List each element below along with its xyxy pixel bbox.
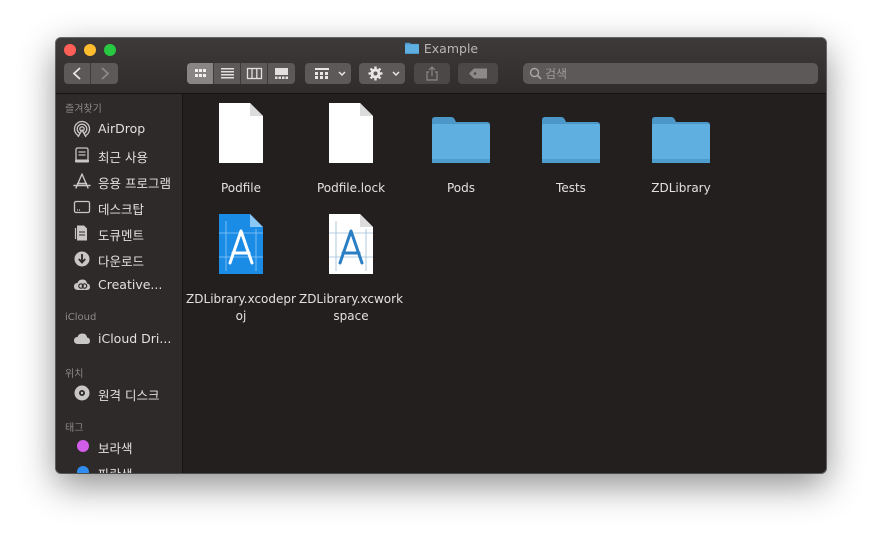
- desktop-icon: [73, 200, 91, 214]
- sidebar-item-label: 최근 사용: [98, 150, 148, 165]
- sidebar-item-icloud-drive[interactable]: iCloud Dri...: [56, 328, 182, 350]
- column-view-button[interactable]: [241, 63, 268, 84]
- tags-header: 태그: [65, 423, 84, 434]
- file-item[interactable]: Tests: [516, 102, 626, 212]
- file-name: ZDLibrary.xcworkspace: [298, 292, 404, 323]
- sidebar-item-airdrop[interactable]: AirDrop: [56, 118, 182, 140]
- document-icon: [211, 102, 271, 164]
- folder-icon: [651, 114, 711, 164]
- downloads-icon: [74, 251, 90, 267]
- sidebar-item-recents[interactable]: 최근 사용: [56, 144, 182, 166]
- xcworkspace-icon: [321, 213, 381, 275]
- tag-icon: [469, 68, 487, 79]
- sidebar-item-label: 파란색: [98, 464, 133, 473]
- folder-icon: [541, 114, 601, 164]
- file-name: Pods: [446, 181, 476, 195]
- tag-color-dot: [77, 440, 89, 452]
- file-item[interactable]: ZDLibrary: [626, 102, 736, 212]
- sidebar-item-label: AirDrop: [98, 121, 146, 136]
- sidebar-item-label: iCloud Dri...: [98, 331, 172, 346]
- chevron-down-icon: [338, 71, 346, 77]
- file-item[interactable]: Podfile: [186, 102, 296, 212]
- icon-view-button[interactable]: [187, 63, 214, 84]
- applications-icon: [73, 173, 91, 189]
- cloud-icon: [74, 333, 90, 344]
- chevron-down-icon: [392, 71, 400, 77]
- share-icon: [426, 66, 438, 81]
- folder-icon: [431, 114, 491, 164]
- sidebar-item-desktop[interactable]: 데스크탑: [56, 196, 182, 218]
- list-view-button[interactable]: [214, 63, 241, 84]
- chevron-left-icon: [72, 67, 81, 80]
- document-icon: [321, 102, 381, 164]
- xcodeproj-icon: [211, 213, 271, 275]
- gear-icon: [368, 66, 383, 81]
- file-name: Podfile.lock: [316, 181, 386, 195]
- group-by-dropdown[interactable]: [305, 63, 351, 84]
- file-name: Tests: [556, 181, 586, 195]
- back-forward-group: [64, 63, 118, 84]
- sidebar-item-label: Creative...: [98, 277, 163, 292]
- window-title-text: Example: [423, 41, 479, 56]
- tag-color-dot: [77, 466, 89, 473]
- sidebar-item-label: 다운로드: [98, 254, 145, 269]
- list-view-icon: [221, 68, 234, 79]
- sidebar-item-label: 도큐멘트: [98, 228, 145, 243]
- file-name: ZDLibrary: [651, 181, 711, 195]
- chevron-right-icon: [101, 67, 110, 80]
- search-field[interactable]: [523, 63, 818, 84]
- search-icon: [529, 67, 542, 80]
- sidebar-item-label: 보라색: [98, 441, 133, 456]
- share-button[interactable]: [414, 63, 450, 84]
- window-title: Example: [56, 41, 826, 56]
- sidebar-item-label: 응용 프로그램: [98, 176, 171, 191]
- action-dropdown[interactable]: [359, 63, 405, 84]
- recents-icon: [75, 147, 89, 163]
- forward-button[interactable]: [91, 63, 118, 84]
- group-grid-icon: [315, 68, 329, 79]
- sidebar: 즐겨찾기 AirDrop 최근 사용 응용 프로그램 데스크탑 도큐멘트 다운로…: [56, 94, 183, 473]
- file-item[interactable]: Podfile.lock: [296, 102, 406, 212]
- file-item[interactable]: ZDLibrary.xcworkspace: [296, 213, 406, 353]
- folder-icon: [404, 42, 420, 54]
- gallery-view-icon: [275, 68, 288, 79]
- file-name: ZDLibrary.xcodeproj: [186, 292, 296, 323]
- file-name: Podfile: [220, 181, 262, 195]
- icon-view-icon: [195, 69, 206, 77]
- documents-icon: [74, 225, 87, 241]
- sidebar-item-tag-blue[interactable]: 파란색: [56, 461, 182, 473]
- disc-icon: [74, 385, 90, 401]
- finder-window: Example 검색 즐겨찾기 AirDrop 최근 사용 응용 프로그램 데스…: [56, 38, 826, 473]
- favorites-header: 즐겨찾기: [65, 104, 102, 115]
- sidebar-item-label: 원격 디스크: [98, 388, 160, 403]
- sidebar-item-creative-cloud[interactable]: Creative...: [56, 274, 182, 296]
- sidebar-item-tag-purple[interactable]: 보라색: [56, 435, 182, 457]
- file-icon-view: Podfile Podfile.lock Pods Tests ZDLibrar…: [183, 94, 826, 473]
- creative-cloud-icon: [74, 279, 90, 290]
- edit-tags-button[interactable]: [458, 63, 498, 84]
- back-button[interactable]: [64, 63, 91, 84]
- sidebar-item-applications[interactable]: 응용 프로그램: [56, 170, 182, 192]
- airdrop-icon: [73, 120, 91, 138]
- gallery-view-button[interactable]: [268, 63, 295, 84]
- sidebar-item-remote-disc[interactable]: 원격 디스크: [56, 382, 182, 404]
- file-item[interactable]: Pods: [406, 102, 516, 212]
- icloud-header: iCloud: [65, 312, 97, 323]
- view-mode-control: [187, 63, 295, 84]
- column-view-icon: [246, 67, 263, 80]
- file-item[interactable]: ZDLibrary.xcodeproj: [186, 213, 296, 353]
- sidebar-item-downloads[interactable]: 다운로드: [56, 248, 182, 270]
- locations-header: 위치: [65, 369, 84, 380]
- title-bar: Example: [56, 38, 826, 94]
- sidebar-item-documents[interactable]: 도큐멘트: [56, 222, 182, 244]
- sidebar-item-label: 데스크탑: [98, 202, 145, 217]
- search-input[interactable]: [545, 65, 805, 82]
